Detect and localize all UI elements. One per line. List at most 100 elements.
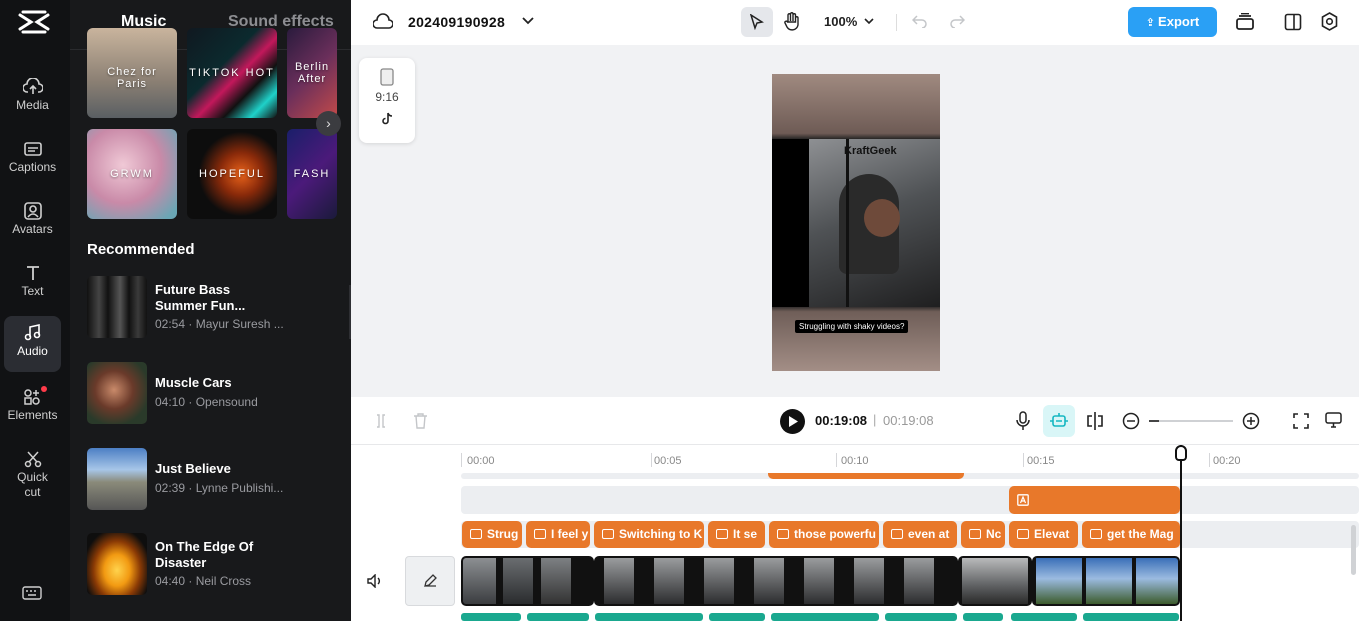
cover-edit-button[interactable] <box>405 556 455 606</box>
playlist-tile[interactable]: TIKTOK HOT <box>187 28 277 118</box>
export-button[interactable]: ⇪ Export <box>1128 7 1217 37</box>
notification-dot <box>41 386 47 392</box>
left-rail: Media Captions Avatars Text Audio Elemen… <box>0 0 70 621</box>
video-clip[interactable] <box>461 556 594 606</box>
ai-sparkle-icon <box>1050 413 1068 427</box>
music-panel: Music Sound effects Chez for Paris TIKTO… <box>70 0 351 621</box>
undo-icon[interactable] <box>912 14 928 28</box>
video-clip[interactable] <box>1032 556 1180 606</box>
track-title: On The Edge Of Disaster <box>155 539 254 570</box>
playlist-tile[interactable]: HOPEFUL <box>187 129 277 219</box>
audio-track-clip[interactable] <box>1083 613 1179 621</box>
clip-frame <box>541 558 571 604</box>
elements-icon <box>23 389 40 405</box>
stack-icon[interactable] <box>1235 13 1255 31</box>
zoom-in-icon[interactable] <box>1242 412 1260 430</box>
music-note-icon <box>24 324 40 341</box>
audio-track-clip[interactable] <box>461 613 521 621</box>
toolbar-divider <box>896 14 897 31</box>
clip-frame <box>754 558 784 604</box>
caption-clip[interactable]: Switching to K <box>594 521 704 548</box>
audio-track-clip[interactable] <box>1011 613 1077 621</box>
rail-item-elements[interactable]: Elements <box>4 380 61 436</box>
rail-item-quick-cut[interactable]: Quick cut <box>4 442 61 504</box>
ruler-tick <box>1209 453 1210 467</box>
rail-item-audio[interactable]: Audio <box>4 316 61 372</box>
caption-clip[interactable]: It se <box>708 521 765 548</box>
track-meta: 02:54 · Mayur Suresh ... <box>155 317 284 331</box>
keyboard-icon[interactable] <box>22 585 42 601</box>
playlist-tile[interactable]: GRWM <box>87 129 177 219</box>
video-clip[interactable] <box>958 556 1032 606</box>
timeline-toolbar: 00:19:08 | 00:19:08 <box>351 397 1359 445</box>
select-tool-button[interactable] <box>741 7 773 37</box>
track-item[interactable]: Just Believe 02:39 · Lynne Publishi... <box>87 448 347 510</box>
play-button[interactable] <box>780 409 805 434</box>
playlist-tile[interactable]: Berlin After <box>287 28 337 118</box>
text-clip[interactable] <box>1009 486 1180 514</box>
timeline[interactable]: 00:00 00:05 00:10 00:15 00:20 Strug I fe… <box>351 445 1359 621</box>
zoom-out-icon[interactable] <box>1122 412 1140 430</box>
caption-clip[interactable]: I feel y <box>526 521 590 548</box>
track-item[interactable]: Muscle Cars 04:10 · Opensound <box>87 362 347 424</box>
feedback-icon[interactable] <box>1325 412 1342 428</box>
audio-track-clip[interactable] <box>963 613 1003 621</box>
audio-track-clip[interactable] <box>771 613 879 621</box>
smart-tools-button[interactable] <box>1043 405 1075 437</box>
track-item[interactable]: Future Bass Summer Fun... 02:54 · Mayur … <box>87 276 347 338</box>
timeline-scrollbar[interactable] <box>1351 525 1356 575</box>
timeline-zoom-slider[interactable] <box>1149 420 1233 422</box>
audio-track-clip[interactable] <box>527 613 589 621</box>
capcut-logo-icon[interactable] <box>17 9 51 35</box>
clip-frame <box>804 558 834 604</box>
playlist-tile[interactable]: Chez for Paris <box>87 28 177 118</box>
aspect-ratio-card[interactable]: 9:16 <box>359 58 415 143</box>
ratio-label: 9:16 <box>375 90 399 104</box>
chevron-down-icon[interactable] <box>522 17 534 25</box>
microphone-icon[interactable] <box>1016 411 1030 431</box>
tile-label: GRWM <box>110 168 154 180</box>
carousel-next-button[interactable]: › <box>316 111 341 136</box>
playhead-line[interactable] <box>1180 445 1182 621</box>
playhead-handle[interactable] <box>1175 445 1187 461</box>
playlist-tile[interactable]: FASH <box>287 129 337 219</box>
track-meta: 04:40 · Neil Cross <box>155 574 252 588</box>
zoom-level[interactable]: 100% <box>824 14 857 29</box>
track-meta: 02:39 · Lynne Publishi... <box>155 481 284 495</box>
video-clip[interactable] <box>594 556 958 606</box>
rail-item-text[interactable]: Text <box>4 256 61 312</box>
track-item[interactable]: On The Edge Of Disaster 04:40 · Neil Cro… <box>87 533 347 595</box>
layout-panel-icon[interactable] <box>1284 13 1302 31</box>
caption-clip[interactable]: Elevat <box>1009 521 1078 548</box>
ruler-tick <box>461 453 462 467</box>
rail-item-captions[interactable]: Captions <box>4 132 61 188</box>
volume-icon[interactable] <box>367 574 383 588</box>
caption-clip[interactable]: even at <box>883 521 957 548</box>
video-frame <box>809 139 940 307</box>
clip-frame <box>604 558 634 604</box>
audio-track-clip[interactable] <box>709 613 765 621</box>
audio-track-clip[interactable] <box>595 613 703 621</box>
caption-clip[interactable]: Strug <box>462 521 522 548</box>
caption-clip[interactable]: Nc <box>961 521 1005 548</box>
split-icon[interactable] <box>373 413 389 429</box>
rail-item-avatars[interactable]: Avatars <box>4 194 61 250</box>
fullscreen-icon[interactable] <box>1293 413 1309 429</box>
cloud-sync-icon[interactable] <box>373 13 393 31</box>
hand-tool-icon[interactable] <box>783 12 801 32</box>
audio-clip[interactable] <box>768 473 964 479</box>
caption-clip[interactable]: get the Mag <box>1082 521 1180 548</box>
rail-item-media[interactable]: Media <box>4 70 61 126</box>
track-lane <box>461 486 1359 514</box>
audio-track-clip[interactable] <box>885 613 957 621</box>
redo-icon[interactable] <box>949 14 965 28</box>
split-clip-icon[interactable] <box>1086 411 1104 431</box>
tile-label: Berlin After <box>294 61 330 85</box>
clip-frame <box>503 558 533 604</box>
video-preview[interactable]: KraftGeek Struggling with shaky videos? <box>772 74 940 371</box>
caption-clip[interactable]: those powerfu <box>769 521 879 548</box>
trash-icon[interactable] <box>413 413 428 429</box>
chevron-down-icon[interactable] <box>864 18 874 25</box>
gear-icon[interactable] <box>1320 12 1339 31</box>
project-name[interactable]: 202409190928 <box>408 14 505 30</box>
